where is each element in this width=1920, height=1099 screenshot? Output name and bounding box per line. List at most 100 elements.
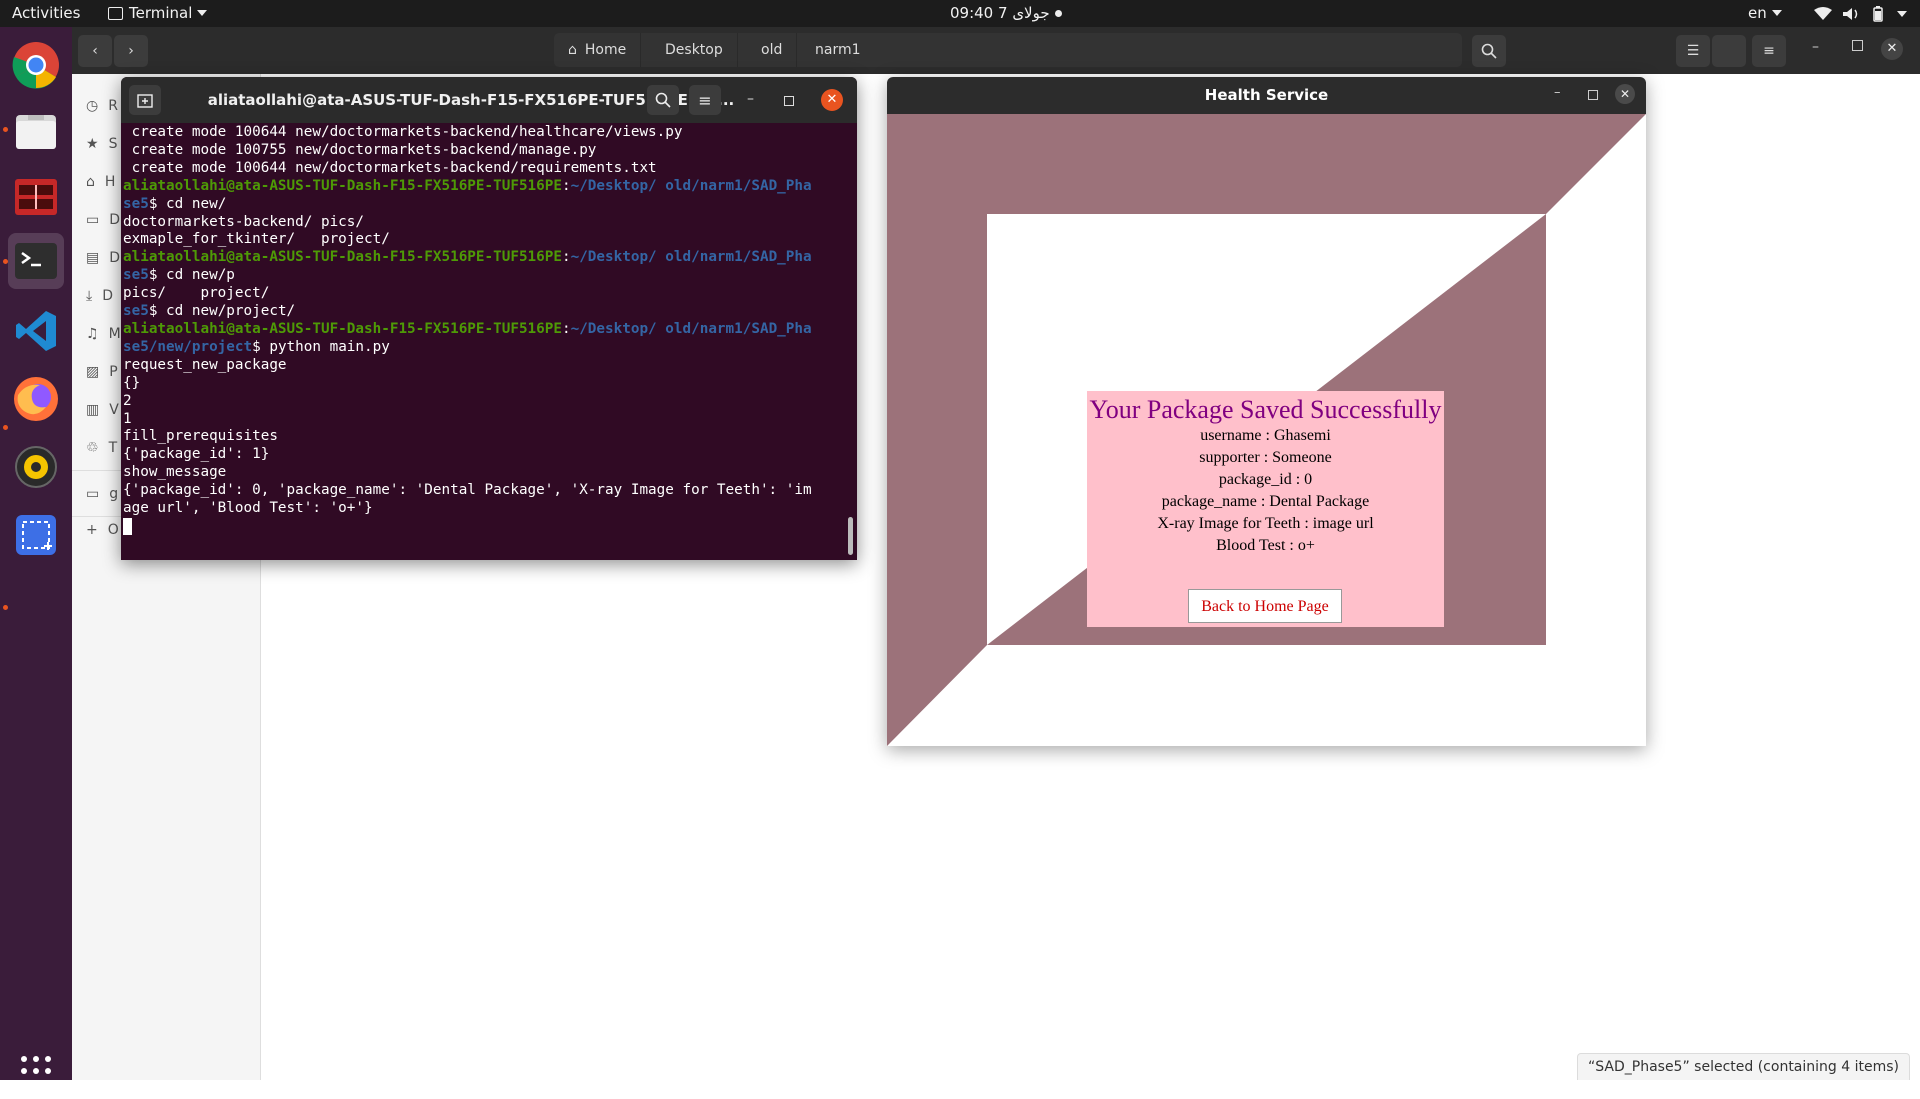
terminal-text: $ cd new/ bbox=[148, 195, 227, 212]
maximize-button[interactable] bbox=[1852, 40, 1863, 51]
success-message-panel: Your Package Saved Successfully username… bbox=[1087, 391, 1444, 627]
language-menu[interactable]: en bbox=[1748, 0, 1782, 27]
health-service-header[interactable]: Health Service – ✕ bbox=[887, 77, 1646, 114]
menu-button[interactable]: ≡ bbox=[1752, 35, 1786, 67]
package-name-line: package_name : Dental Package bbox=[1161, 493, 1370, 510]
minimize-button[interactable]: – bbox=[747, 91, 754, 107]
close-button[interactable]: ✕ bbox=[1615, 84, 1635, 104]
video-icon: ▥ bbox=[86, 402, 100, 418]
screenshot-icon bbox=[16, 515, 56, 555]
search-button[interactable] bbox=[1472, 35, 1506, 67]
dock-chrome[interactable] bbox=[8, 37, 64, 93]
sidebar-item-label: T bbox=[108, 440, 118, 456]
terminal-window[interactable]: aliataollahi@ata-ASUS-TUF-Dash-F15-FX516… bbox=[121, 77, 857, 560]
new-tab-icon bbox=[137, 94, 153, 108]
dock-firefox[interactable] bbox=[8, 371, 64, 427]
clock[interactable]: 09:40 جولای 7 bbox=[950, 0, 1050, 27]
terminal-search-button[interactable] bbox=[647, 85, 679, 115]
show-apps-button[interactable] bbox=[8, 1043, 64, 1099]
terminal-text: request_new_package bbox=[123, 356, 287, 373]
blood-test-line: Blood Test : o+ bbox=[1216, 537, 1315, 554]
desktop-icon: ▭ bbox=[86, 212, 100, 228]
back-to-home-button[interactable]: Back to Home Page bbox=[1188, 589, 1342, 623]
terminal-menu-button[interactable]: ≡ bbox=[689, 85, 721, 115]
terminal-small-icon bbox=[108, 7, 123, 20]
system-menu[interactable] bbox=[1810, 0, 1916, 27]
volume-icon bbox=[1843, 8, 1858, 20]
sidebar-item-trash[interactable]: ♲ T bbox=[86, 438, 117, 458]
firefox-icon bbox=[14, 377, 58, 421]
minimize-button[interactable]: – bbox=[1812, 39, 1819, 55]
terminal-icon bbox=[15, 243, 57, 279]
dock-terminal[interactable] bbox=[8, 233, 64, 289]
path-bar: ⌂ Home Desktop old narm1 bbox=[554, 33, 1462, 67]
sidebar-item-music[interactable]: ♫ M bbox=[86, 324, 121, 344]
terminal-text: show_message bbox=[123, 464, 227, 481]
dock-rhythmbox[interactable] bbox=[8, 439, 64, 495]
sidebar-item-label: D bbox=[109, 212, 121, 228]
files-icon bbox=[16, 115, 56, 149]
terminal-header[interactable]: aliataollahi@ata-ASUS-TUF-Dash-F15-FX516… bbox=[121, 77, 857, 123]
chevron-left-icon: ‹ bbox=[92, 43, 98, 59]
sidebar-item-documents[interactable]: ▤ D bbox=[86, 248, 120, 268]
prompt-path: se5 bbox=[123, 303, 149, 320]
terminal-text: exmaple_for_tkinter/ project/ bbox=[123, 231, 390, 248]
sidebar-item-home[interactable]: ⌂ H bbox=[86, 172, 115, 192]
app-grid-icon bbox=[21, 1056, 51, 1086]
document-icon: ▤ bbox=[86, 250, 100, 266]
sidebar-item-recent[interactable]: ◷ R bbox=[86, 96, 118, 116]
breadcrumb-narm1[interactable]: narm1 bbox=[801, 33, 875, 67]
activities-button[interactable]: Activities bbox=[12, 0, 80, 27]
terminal-line: create mode 100644 new/doctormarkets-bac… bbox=[123, 160, 845, 178]
selection-status: “SAD_Phase5” selected (containing 4 item… bbox=[1577, 1053, 1910, 1080]
sidebar-item-label: H bbox=[104, 174, 116, 190]
prompt-path: se5 bbox=[123, 195, 149, 212]
sidebar-item-other-locations[interactable]: + O bbox=[86, 520, 119, 540]
close-button[interactable]: ✕ bbox=[821, 89, 843, 111]
music-icon: ♫ bbox=[86, 326, 99, 342]
terminal-line: create mode 100644 new/doctormarkets-bac… bbox=[123, 124, 845, 142]
terminal-output[interactable]: create mode 100644 new/doctormarkets-bac… bbox=[123, 124, 845, 560]
prompt-user: aliataollahi@ata-ASUS-TUF-Dash-F15-FX516… bbox=[123, 177, 562, 194]
file-manager-header: ‹ › ⌂ Home Desktop old narm1 ☰ ≡ – ✕ bbox=[72, 27, 1920, 74]
terminal-text: $ cd new/project/ bbox=[148, 303, 296, 320]
terminal-line: show_message bbox=[123, 464, 845, 482]
dock-vscode[interactable] bbox=[8, 303, 64, 359]
sidebar-item-downloads[interactable]: ⤓ D bbox=[86, 286, 113, 306]
terminal-text: create mode 100755 new/doctormarkets-bac… bbox=[123, 141, 597, 158]
terminal-text: create mode 100644 new/doctormarkets-bac… bbox=[123, 124, 683, 140]
back-button[interactable]: ‹ bbox=[78, 35, 112, 67]
sidebar-item-label: V bbox=[109, 402, 119, 418]
sidebar-item-starred[interactable]: ★ S bbox=[86, 134, 117, 154]
maximize-button[interactable] bbox=[1588, 90, 1598, 100]
close-button[interactable]: ✕ bbox=[1881, 38, 1903, 60]
breadcrumb-desktop[interactable]: Desktop bbox=[651, 33, 738, 67]
language-label: en bbox=[1748, 4, 1767, 22]
dock-app[interactable] bbox=[8, 169, 64, 225]
view-options-button[interactable] bbox=[1712, 35, 1746, 67]
app-menu-label: Terminal bbox=[129, 4, 193, 22]
prompt-user: aliataollahi@ata-ASUS-TUF-Dash-F15-FX516… bbox=[123, 249, 562, 266]
home-icon: ⌂ bbox=[568, 42, 577, 58]
dock-files[interactable] bbox=[8, 103, 64, 159]
xray-line: X-ray Image for Teeth : image url bbox=[1157, 515, 1374, 532]
maximize-button[interactable] bbox=[784, 96, 794, 106]
sidebar-item-desktop[interactable]: ▭ D bbox=[86, 210, 120, 230]
vscode-icon bbox=[16, 311, 56, 351]
new-tab-button[interactable] bbox=[129, 85, 161, 115]
sidebar-item-videos[interactable]: ▥ V bbox=[86, 400, 119, 420]
breadcrumb-home[interactable]: ⌂ Home bbox=[554, 33, 642, 67]
terminal-scrollbar[interactable] bbox=[848, 517, 853, 555]
health-service-window[interactable]: Health Service – ✕ Your Package Saved Su… bbox=[887, 77, 1646, 746]
forward-button[interactable]: › bbox=[114, 35, 148, 67]
running-indicator bbox=[3, 425, 8, 430]
terminal-text: 2 bbox=[123, 392, 132, 409]
sidebar-item-drive[interactable]: ▭ g bbox=[86, 484, 118, 504]
sidebar-item-pictures[interactable]: ▨ P bbox=[86, 362, 118, 382]
terminal-line: pics/ project/ bbox=[123, 285, 845, 303]
dock-screenshot[interactable] bbox=[8, 507, 64, 563]
view-list-button[interactable]: ☰ bbox=[1676, 35, 1710, 67]
breadcrumb-old[interactable]: old bbox=[747, 33, 798, 67]
app-menu[interactable]: Terminal bbox=[108, 0, 208, 27]
minimize-button[interactable]: – bbox=[1554, 85, 1561, 100]
